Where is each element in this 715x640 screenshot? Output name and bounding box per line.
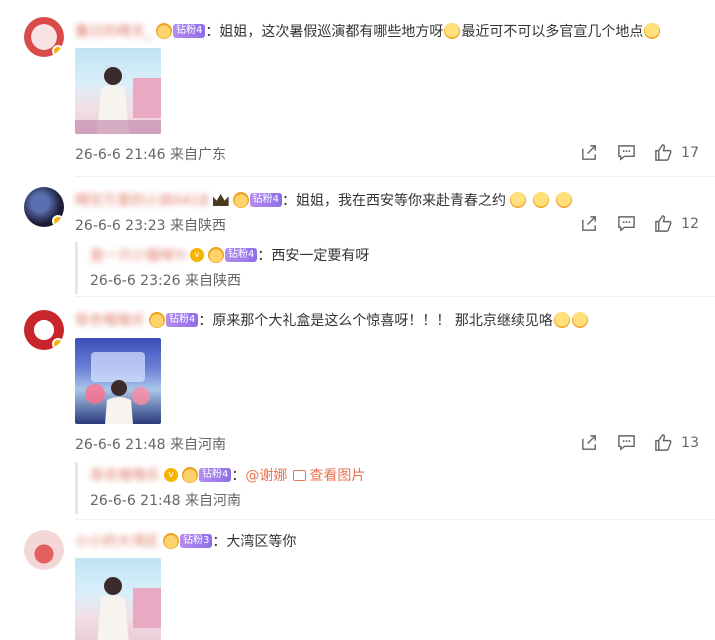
timestamp: 26-6-6 21:46 [75, 147, 166, 163]
emoji-icon [444, 23, 461, 39]
location: 来自陕西 [184, 273, 241, 289]
comment-text: ：原来那个大礼盒是这么个惊喜呀！！！ 那北京继续见咯 [198, 313, 553, 329]
verified-badge-icon [52, 45, 64, 57]
mention-link[interactable]: @谢娜 [245, 465, 287, 485]
like-icon [655, 434, 672, 451]
comment-meta: 26-6-6 21:48 来自河南 [75, 434, 226, 454]
comment-header: 晴空万里的小孩0418 钻粉4 ：姐姐，我在西安等你来赴青春之约 [75, 189, 573, 211]
image-icon [293, 469, 307, 481]
comment-image[interactable] [75, 558, 161, 640]
view-image-link[interactable]: 查看图片 [293, 465, 365, 485]
verified-badge-icon: v [164, 468, 178, 482]
reply-header: 菲衣哦哦乐 v 钻粉4 ： @谢娜 查看图片 [90, 464, 695, 486]
timestamp: 26-6-6 23:26 [90, 273, 181, 289]
emoji-icon [644, 23, 661, 39]
verified-badge-icon: v [189, 248, 204, 262]
avatar[interactable] [24, 530, 64, 570]
comment-icon [618, 435, 635, 451]
emoji-icon [510, 192, 527, 208]
like-count: 13 [681, 434, 699, 451]
comment-item: 小小的大湾区 钻粉3 ：大湾区等你 [0, 520, 715, 640]
comment-text: ：姐姐，这次暑假巡演都有哪些地方呀 [205, 24, 444, 40]
like-button[interactable]: 12 [654, 214, 699, 233]
comment-text: ：大湾区等你 [212, 534, 297, 550]
like-button[interactable]: 17 [654, 143, 699, 162]
username[interactable]: 菲衣哦哦乐 [75, 310, 145, 330]
comment-image[interactable] [75, 338, 161, 424]
emoji-icon [571, 312, 588, 328]
emoji-icon [553, 312, 570, 328]
timestamp: 26-6-6 21:48 [90, 493, 181, 509]
comment-header: 菲衣哦哦乐 钻粉4 ：原来那个大礼盒是这么个惊喜呀！！！ 那北京继续见咯 [75, 309, 589, 331]
share-button[interactable] [580, 214, 599, 233]
location: 来自河南 [184, 493, 241, 509]
reply-text-prefix: ： [231, 468, 246, 484]
like-icon [655, 215, 672, 232]
verified-badge-icon [52, 338, 64, 350]
timestamp: 26-6-6 23:23 [75, 218, 166, 234]
share-icon [582, 216, 597, 231]
comment-text-continued: 最近可不可以多官宣几个地点 [461, 24, 644, 40]
comment-header: 叠日的晴天_ 钻粉4 ：姐姐，这次暑假巡演都有哪些地方呀 最近可不可以多官宣几个… [75, 20, 661, 42]
avatar[interactable] [24, 187, 64, 227]
fan-level-badge[interactable]: 钻粉4 [149, 312, 199, 328]
comment-item: 菲衣哦哦乐 钻粉4 ：原来那个大礼盒是这么个惊喜呀！！！ 那北京继续见咯 26-… [0, 298, 715, 520]
username[interactable]: 叠日的晴天_ [75, 21, 152, 41]
comment-button[interactable] [617, 143, 636, 162]
divider [75, 176, 715, 177]
comment-icon [618, 216, 635, 232]
divider [75, 296, 715, 297]
fan-level-badge[interactable]: 钻粉4 [156, 23, 206, 39]
username[interactable]: 菲衣哦哦乐 [90, 465, 160, 485]
comment-button[interactable] [617, 433, 636, 452]
comment-item: 晴空万里的小孩0418 钻粉4 ：姐姐，我在西安等你来赴青春之约 26-6-6 … [0, 178, 715, 298]
like-button[interactable]: 13 [654, 433, 699, 452]
reply-header: 是一只小猫咪Yi v 钻粉4 ：西安一定要有呀 [90, 244, 695, 266]
comment-button[interactable] [617, 214, 636, 233]
comment-icon [618, 145, 635, 161]
fan-level-badge[interactable]: 钻粉4 [207, 247, 258, 263]
username[interactable]: 晴空万里的小孩0418 [75, 190, 209, 210]
location: 来自广东 [169, 147, 226, 163]
emoji-icon [533, 192, 550, 208]
reply-meta: 26-6-6 21:48 来自河南 [90, 490, 695, 510]
like-count: 12 [681, 215, 699, 232]
share-button[interactable] [580, 433, 599, 452]
fan-level-badge[interactable]: 钻粉4 [182, 467, 232, 483]
comment-header: 小小的大湾区 钻粉3 ：大湾区等你 [75, 530, 296, 552]
view-image-label: 查看图片 [309, 468, 366, 484]
share-icon [582, 435, 597, 450]
like-count: 17 [681, 144, 699, 161]
avatar[interactable] [24, 310, 64, 350]
verified-badge-icon [52, 215, 64, 227]
reply-meta: 26-6-6 23:26 来自陕西 [90, 270, 695, 290]
crown-icon [212, 194, 229, 206]
reply-text: ：西安一定要有呀 [257, 248, 370, 264]
timestamp: 26-6-6 21:48 [75, 437, 166, 453]
share-icon [582, 145, 597, 160]
fan-level-badge[interactable]: 钻粉3 [163, 533, 213, 549]
comment-image[interactable] [75, 48, 161, 134]
location: 来自陕西 [169, 218, 226, 234]
share-button[interactable] [580, 143, 599, 162]
reply-item: 菲衣哦哦乐 v 钻粉4 ： @谢娜 查看图片 26-6-6 21:48 来自河南 [75, 462, 695, 514]
comment-text: ：姐姐，我在西安等你来赴青春之约 [282, 193, 507, 209]
username[interactable]: 小小的大湾区 [75, 531, 159, 551]
comment-meta: 26-6-6 21:46 来自广东 [75, 144, 226, 164]
avatar[interactable] [24, 17, 64, 57]
username[interactable]: 是一只小猫咪Yi [90, 245, 186, 265]
reply-item: 是一只小猫咪Yi v 钻粉4 ：西安一定要有呀 26-6-6 23:26 来自陕… [75, 242, 695, 294]
emoji-icon [556, 192, 573, 208]
location: 来自河南 [169, 437, 226, 453]
comment-meta: 26-6-6 23:23 来自陕西 [75, 215, 226, 235]
comment-item: 叠日的晴天_ 钻粉4 ：姐姐，这次暑假巡演都有哪些地方呀 最近可不可以多官宣几个… [0, 0, 715, 178]
like-icon [655, 144, 672, 161]
fan-level-badge[interactable]: 钻粉4 [232, 192, 283, 208]
